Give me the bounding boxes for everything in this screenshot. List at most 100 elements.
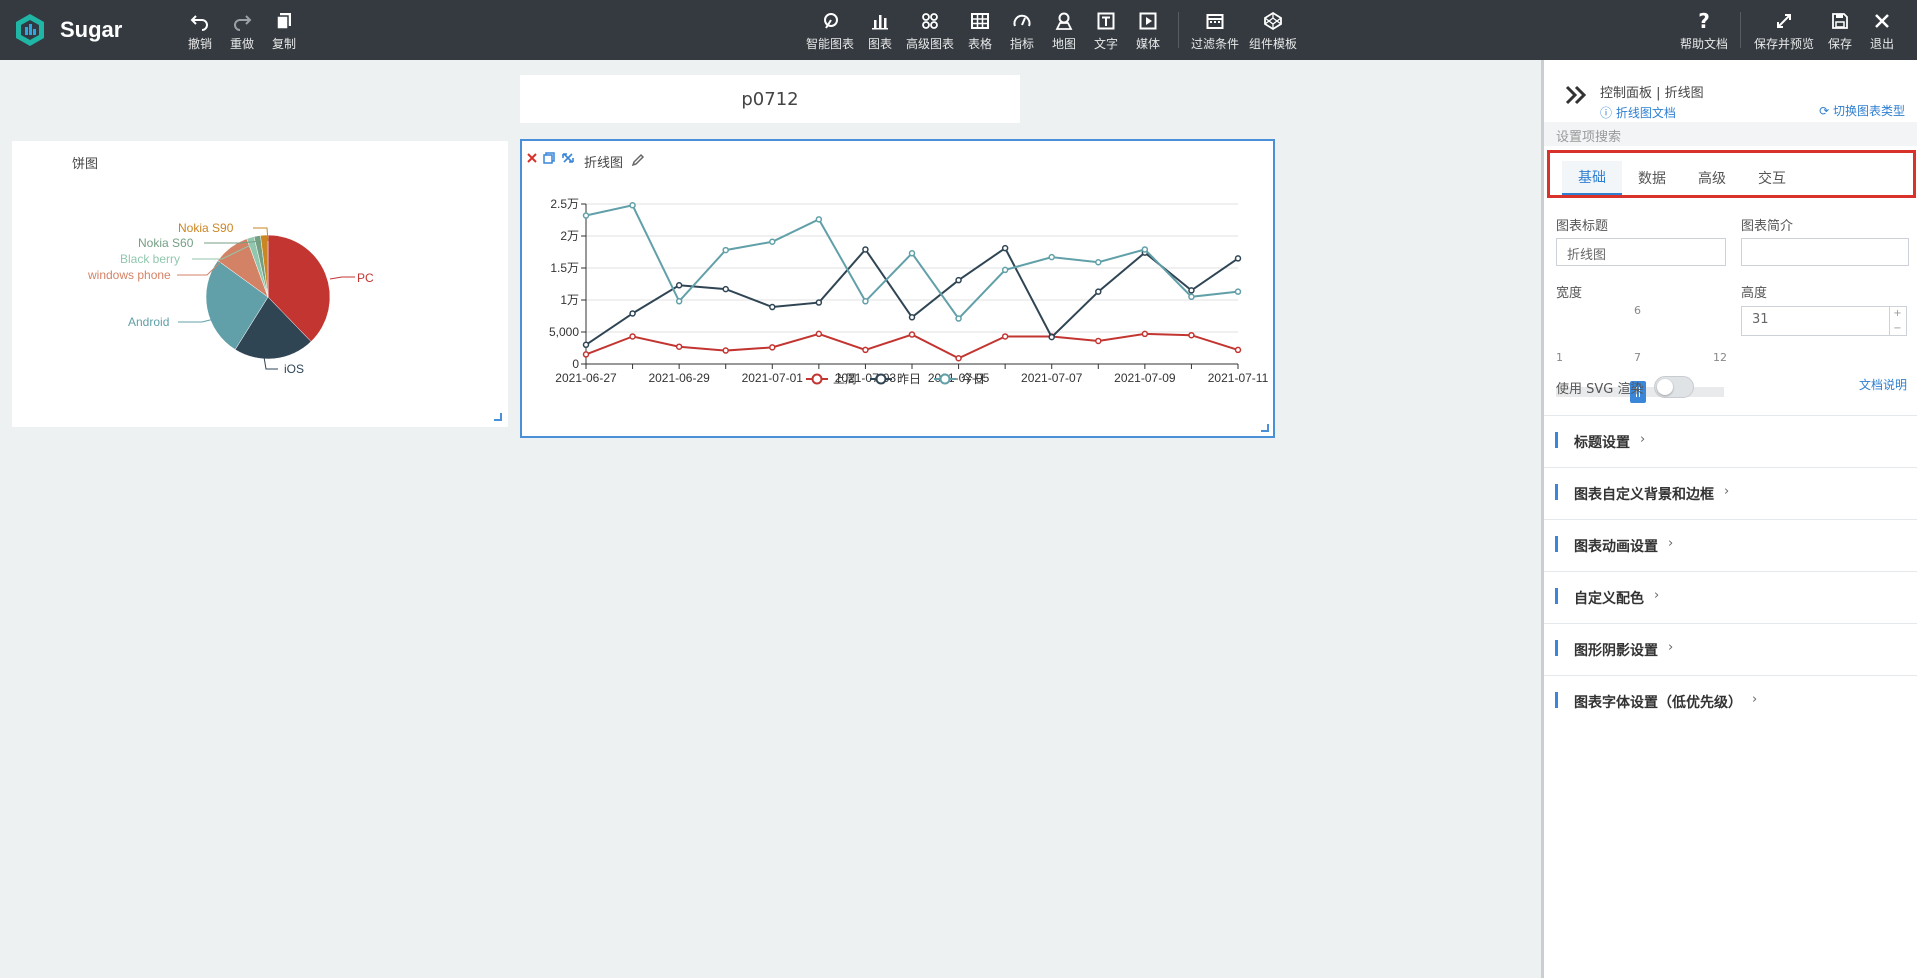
chevron-right-icon: ›	[1640, 432, 1646, 447]
data-point	[582, 351, 590, 358]
map-button[interactable]: 地图	[1052, 10, 1076, 52]
series-line-2	[585, 204, 1239, 321]
chart-title-input[interactable]: 折线图	[1556, 238, 1726, 266]
pie-label-android: Android	[128, 315, 169, 329]
save-button[interactable]: 保存	[1828, 10, 1852, 52]
settings-section[interactable]: 图表字体设置（低优先级） ›	[1544, 675, 1917, 727]
undo-label: 撤销	[188, 37, 213, 51]
smart-chart-icon	[824, 13, 838, 29]
y-tick-label: 1万	[560, 293, 579, 307]
section-accent-bar	[1555, 432, 1558, 448]
settings-section[interactable]: 图形阴影设置 ›	[1544, 623, 1917, 675]
help-button[interactable]: ? 帮助文档	[1680, 9, 1729, 52]
redo-button[interactable]: 重做	[230, 10, 254, 52]
data-point	[1188, 287, 1195, 294]
undo-button[interactable]: 撤销	[188, 10, 212, 52]
gauge-icon	[1013, 14, 1031, 27]
advanced-chart-icon	[922, 13, 938, 29]
svg-render-toggle[interactable]	[1654, 376, 1694, 398]
save-preview-label: 保存并预览	[1754, 37, 1815, 51]
data-point	[1001, 266, 1009, 274]
height-label: 高度	[1741, 286, 1768, 301]
data-point	[1048, 333, 1055, 341]
stepper-up-icon[interactable]: +	[1893, 308, 1901, 319]
component-template-button[interactable]: 组件模板	[1249, 10, 1297, 52]
data-point	[769, 344, 776, 351]
line-chart-widget[interactable]: 折线图 0 5,000 1万 1.5万 2万 2.5万 2021-06-27 2021-06…	[520, 139, 1275, 438]
tab-basic[interactable]: 基础	[1562, 161, 1622, 195]
text-button[interactable]: 文字	[1094, 10, 1118, 52]
line-chart-svg: 0 5,000 1万 1.5万 2万 2.5万 2021-06-27 2021-06-29 2…	[549, 197, 1269, 386]
data-point	[582, 212, 590, 219]
data-point	[862, 346, 869, 354]
table-button[interactable]: 表格	[968, 10, 992, 52]
height-input[interactable]: 31	[1741, 306, 1907, 336]
settings-search[interactable]: 设置项搜索	[1544, 122, 1917, 146]
advanced-chart-button[interactable]: 高级图表	[906, 10, 954, 52]
refresh-icon: ⟳	[1819, 104, 1833, 118]
legend-label[interactable]: 上周	[833, 372, 857, 386]
section-title: 图表自定义背景和边框	[1574, 487, 1714, 503]
copy-button[interactable]: 复制	[272, 10, 296, 52]
exit-button[interactable]: 退出	[1870, 10, 1894, 52]
section-accent-bar	[1555, 588, 1558, 604]
data-point	[862, 246, 869, 253]
resize-handle[interactable]	[494, 413, 502, 421]
advanced-chart-label: 高级图表	[906, 37, 955, 51]
filter-button[interactable]: 过滤条件	[1191, 10, 1239, 52]
settings-section[interactable]: 自定义配色 ›	[1544, 571, 1917, 623]
x-tick-label: 2021-07-01	[742, 371, 804, 385]
pie-leader-pc	[329, 276, 355, 280]
width-current-value: 6	[1634, 304, 1641, 317]
data-point	[1048, 253, 1055, 261]
switch-chart-type-link[interactable]: ⟳ 切换图表类型	[1819, 102, 1905, 119]
data-point	[629, 310, 636, 317]
legend-label[interactable]: 昨日	[897, 372, 921, 386]
save-preview-button[interactable]: 保存并预览	[1754, 10, 1814, 52]
height-stepper[interactable]: + −	[1889, 306, 1905, 336]
page-title: p0712	[741, 88, 799, 110]
data-point	[815, 216, 823, 223]
resize-handle[interactable]	[1261, 424, 1269, 432]
pie-label-ios: iOS	[284, 362, 304, 376]
data-point	[955, 315, 962, 322]
tab-advanced[interactable]: 高级	[1682, 161, 1742, 195]
section-title: 自定义配色	[1574, 591, 1644, 607]
chart-button[interactable]: 图表	[868, 10, 892, 52]
indicator-button[interactable]: 指标	[1010, 10, 1034, 52]
stepper-down-icon[interactable]: −	[1893, 323, 1901, 334]
indicator-label: 指标	[1010, 37, 1035, 51]
bar-chart-icon	[872, 15, 888, 30]
help-label: 帮助文档	[1680, 37, 1729, 51]
settings-section[interactable]: 图表自定义背景和边框 ›	[1544, 467, 1917, 519]
data-point	[1141, 330, 1149, 338]
page-title-widget[interactable]: p0712	[520, 75, 1020, 123]
filter-calendar-icon	[1206, 14, 1224, 29]
media-button[interactable]: 媒体	[1136, 10, 1160, 52]
data-point	[675, 298, 683, 305]
y-tick-label: 2.5万	[550, 197, 579, 211]
smart-chart-button[interactable]: 智能图表	[806, 10, 854, 52]
chart-doc-label: 折线图文档	[1615, 106, 1676, 120]
data-point	[1141, 246, 1149, 253]
text-label: 文字	[1094, 37, 1119, 51]
tab-interaction[interactable]: 交互	[1742, 161, 1802, 195]
legend-label[interactable]: 今日	[961, 371, 985, 386]
pie-label-black-berry: Black berry	[120, 252, 180, 266]
section-title: 图形阴影设置	[1574, 643, 1658, 659]
collapse-panel-icon[interactable]	[1564, 84, 1588, 106]
chart-desc-input[interactable]	[1741, 238, 1909, 266]
data-point	[1095, 288, 1102, 295]
settings-section[interactable]: 图表动画设置 ›	[1544, 519, 1917, 571]
pie-chart-widget[interactable]: 饼图 PC iOS Android windows phone Black be…	[12, 141, 508, 427]
svg-doc-link[interactable]: 文档说明	[1859, 376, 1907, 393]
chart-doc-link[interactable]: ⓘ 折线图文档	[1600, 104, 1676, 121]
data-point	[1234, 255, 1242, 262]
data-point	[815, 330, 823, 338]
settings-section[interactable]: 标题设置 ›	[1544, 415, 1917, 467]
data-point	[769, 238, 776, 246]
filter-label: 过滤条件	[1191, 37, 1240, 51]
section-title: 图表字体设置（低优先级）	[1574, 695, 1742, 711]
tab-data[interactable]: 数据	[1622, 161, 1682, 195]
top-toolbar: Sugar 撤销 重做 复制 智能图表 图表 高级图表 表格 指标 地图 文字	[0, 0, 1917, 60]
